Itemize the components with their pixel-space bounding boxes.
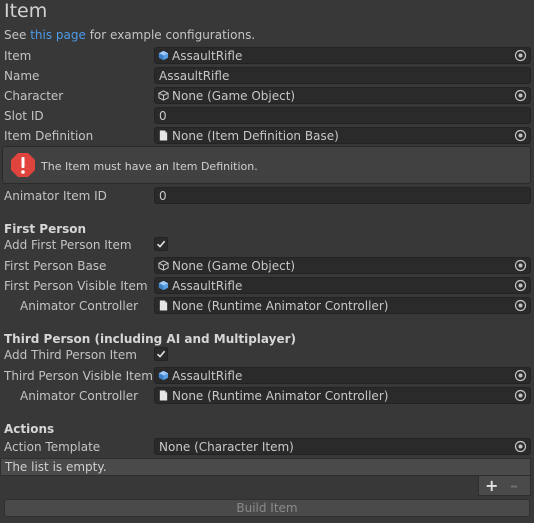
- animator-item-id-label: Animator Item ID: [4, 189, 107, 203]
- name-row: Name AssaultRifle: [0, 66, 534, 86]
- action-template-value: None (Character Item): [159, 440, 294, 454]
- add-third-person-row: Add Third Person Item: [0, 345, 534, 365]
- third-person-heading: Third Person (including AI and Multiplay…: [4, 332, 296, 346]
- object-picker-icon[interactable]: [514, 389, 527, 402]
- prefab-cube-icon: [158, 370, 169, 381]
- first-person-animator-row: Animator Controller None (Runtime Animat…: [0, 296, 534, 316]
- animator-item-id-int-field[interactable]: 0: [154, 187, 531, 204]
- object-picker-icon[interactable]: [514, 299, 527, 312]
- error-icon: [11, 153, 35, 177]
- first-person-visible-item-label: First Person Visible Item: [4, 279, 148, 293]
- first-person-base-value: None (Game Object): [172, 259, 296, 273]
- character-value: None (Game Object): [172, 89, 296, 103]
- item-definition-row: Item Definition None (Item Definition Ba…: [0, 126, 534, 146]
- prefab-cube-icon: [158, 50, 169, 61]
- first-person-visible-item-value: AssaultRifle: [172, 279, 243, 293]
- scriptable-object-icon: [158, 390, 169, 401]
- character-object-field[interactable]: None (Game Object): [154, 87, 531, 104]
- name-text-field[interactable]: AssaultRifle: [154, 67, 531, 84]
- first-person-heading: First Person: [4, 222, 87, 236]
- build-item-button[interactable]: Build Item: [4, 499, 530, 517]
- first-person-animator-value: None (Runtime Animator Controller): [172, 299, 389, 313]
- first-person-base-label: First Person Base: [4, 259, 107, 273]
- see-prefix: See: [4, 28, 31, 42]
- item-definition-object-field[interactable]: None (Item Definition Base): [154, 127, 531, 144]
- list-footer: + –: [478, 476, 531, 496]
- slot-id-row: Slot ID 0: [0, 106, 534, 126]
- third-person-visible-item-value: AssaultRifle: [172, 369, 243, 383]
- object-picker-icon[interactable]: [514, 369, 527, 382]
- first-person-base-row: First Person Base None (Game Object): [0, 256, 534, 276]
- third-person-animator-label: Animator Controller: [20, 389, 139, 403]
- slot-id-int-field[interactable]: 0: [154, 107, 531, 124]
- prefab-cube-icon: [158, 280, 169, 291]
- character-label: Character: [4, 89, 64, 103]
- remove-action-button[interactable]: –: [510, 476, 518, 495]
- action-template-object-field[interactable]: None (Character Item): [154, 438, 531, 455]
- item-definition-value: None (Item Definition Base): [172, 129, 339, 143]
- first-person-animator-label: Animator Controller: [20, 299, 139, 313]
- slot-id-label: Slot ID: [4, 109, 44, 123]
- object-picker-icon[interactable]: [514, 89, 527, 102]
- animator-item-id-value: 0: [159, 189, 167, 203]
- example-page-link[interactable]: this page: [30, 28, 86, 42]
- character-row: Character None (Game Object): [0, 86, 534, 106]
- add-first-person-row: Add First Person Item: [0, 235, 534, 255]
- error-help-box: The Item must have an Item Definition.: [2, 146, 531, 184]
- error-message: The Item must have an Item Definition.: [41, 160, 258, 173]
- object-picker-icon[interactable]: [514, 440, 527, 453]
- object-picker-icon[interactable]: [514, 129, 527, 142]
- first-person-visible-item-object-field[interactable]: AssaultRifle: [154, 277, 531, 294]
- checkmark-icon: [156, 239, 166, 249]
- checkmark-icon: [156, 349, 166, 359]
- item-value: AssaultRifle: [172, 49, 243, 63]
- third-person-animator-value: None (Runtime Animator Controller): [172, 389, 389, 403]
- animator-item-id-row: Animator Item ID 0: [0, 186, 534, 206]
- inspector-title: Item: [4, 0, 48, 22]
- see-suffix: for example configurations.: [85, 28, 256, 42]
- object-picker-icon[interactable]: [514, 279, 527, 292]
- add-first-person-label: Add First Person Item: [4, 238, 132, 252]
- third-person-animator-row: Animator Controller None (Runtime Animat…: [0, 386, 534, 406]
- game-object-icon: [158, 260, 169, 271]
- third-person-visible-item-row: Third Person Visible Item AssaultRifle: [0, 366, 534, 386]
- add-action-button[interactable]: +: [485, 476, 498, 495]
- scriptable-object-icon: [158, 130, 169, 141]
- object-picker-icon[interactable]: [514, 49, 527, 62]
- item-object-field[interactable]: AssaultRifle: [154, 47, 531, 64]
- name-value: AssaultRifle: [159, 69, 230, 83]
- game-object-icon: [158, 90, 169, 101]
- list-empty-text: The list is empty.: [5, 460, 107, 474]
- action-template-row: Action Template None (Character Item): [0, 437, 534, 457]
- add-third-person-checkbox[interactable]: [154, 347, 168, 361]
- actions-list: The list is empty.: [0, 458, 531, 476]
- first-person-base-object-field[interactable]: None (Game Object): [154, 257, 531, 274]
- first-person-animator-object-field[interactable]: None (Runtime Animator Controller): [154, 297, 531, 314]
- see-example-text: See this page for example configurations…: [4, 28, 255, 42]
- action-template-label: Action Template: [4, 440, 101, 454]
- third-person-visible-item-object-field[interactable]: AssaultRifle: [154, 367, 531, 384]
- item-row: Item AssaultRifle: [0, 46, 534, 66]
- item-definition-label: Item Definition: [4, 129, 94, 143]
- object-picker-icon[interactable]: [514, 259, 527, 272]
- first-person-visible-item-row: First Person Visible Item AssaultRifle: [0, 276, 534, 296]
- actions-heading: Actions: [4, 422, 55, 436]
- third-person-animator-object-field[interactable]: None (Runtime Animator Controller): [154, 387, 531, 404]
- add-third-person-label: Add Third Person Item: [4, 348, 137, 362]
- item-label: Item: [4, 49, 32, 63]
- scriptable-object-icon: [158, 300, 169, 311]
- name-label: Name: [4, 69, 40, 83]
- third-person-visible-item-label: Third Person Visible Item: [4, 369, 153, 383]
- slot-id-value: 0: [159, 109, 167, 123]
- add-first-person-checkbox[interactable]: [154, 237, 168, 251]
